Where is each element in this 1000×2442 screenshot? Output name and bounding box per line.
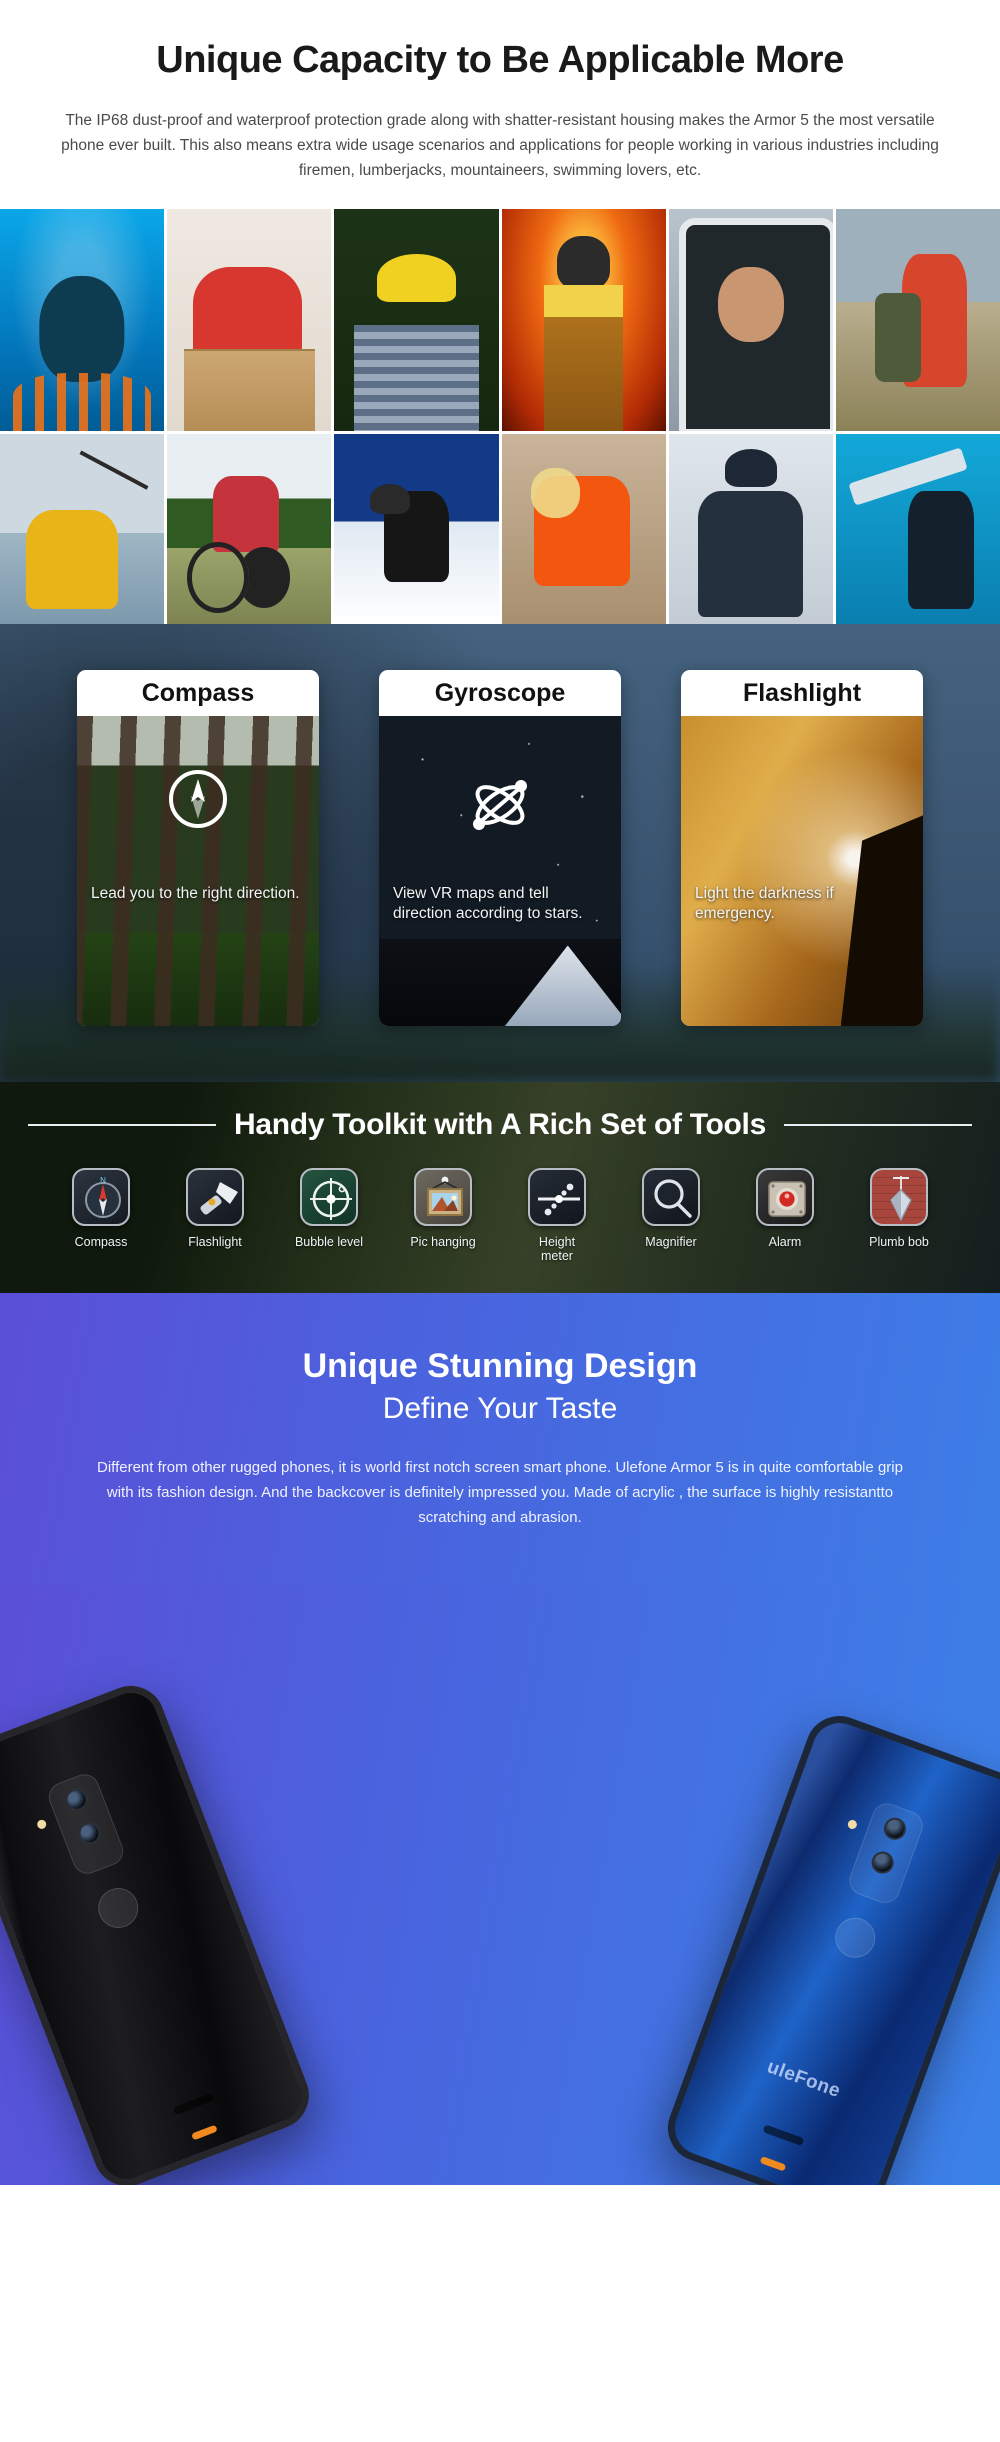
fisherman-photo (0, 434, 165, 625)
led-flash-icon (35, 1818, 48, 1830)
tool-label: Plumb bob (869, 1235, 929, 1250)
driver-photo (668, 209, 833, 432)
accent-stripe (759, 2155, 787, 2172)
magnifier-app-icon[interactable] (642, 1168, 700, 1227)
delivery-worker-photo (167, 209, 332, 432)
tool-label: Height meter (538, 1235, 576, 1264)
tool-label: Bubble level (294, 1235, 364, 1250)
svg-text:N: N (100, 1176, 106, 1185)
tool-item-pic-hanging[interactable]: Pic hanging (408, 1168, 478, 1263)
tool-item-bubble-level[interactable]: Bubble level (294, 1168, 364, 1263)
tool-item-height-meter[interactable]: Height meter (522, 1168, 592, 1263)
height-meter-app-icon[interactable] (528, 1168, 586, 1227)
cave-background (681, 716, 923, 1027)
speaker-grille (172, 2092, 215, 2116)
phone-showcase: uleFone (0, 1584, 1000, 2185)
lumberjack-photo (334, 209, 499, 432)
tool-label: Alarm (768, 1235, 802, 1250)
phone-blue: uleFone (658, 1706, 1000, 2185)
camera-module (845, 1799, 927, 1908)
toolkit-icon-list: N Compass Flashlight Bubble level Pic ha… (0, 1168, 1000, 1263)
windsurfer-photo (835, 434, 1000, 625)
design-paragraph: Different from other rugged phones, it i… (97, 1459, 903, 1526)
compass-app-icon[interactable]: N (72, 1168, 130, 1227)
forest-background (77, 716, 319, 1027)
sensors-section: Compass Lead you to the right direction.… (0, 624, 1000, 1082)
page-title: Unique Capacity to Be Applicable More (156, 39, 844, 81)
accent-stripe (191, 2124, 218, 2141)
divider-left (28, 1124, 217, 1127)
sensor-card-compass: Compass Lead you to the right direction. (77, 670, 319, 1027)
mountaineer-photo (835, 209, 1000, 432)
mechanic-photo (668, 434, 833, 625)
toolkit-title: Handy Toolkit with A Rich Set of Tools (234, 1108, 766, 1142)
alarm-app-icon[interactable] (756, 1168, 814, 1227)
camera-module (44, 1769, 128, 1878)
product-detail-page: Unique Capacity to Be Applicable More Th… (0, 0, 1000, 2185)
design-subtitle: Define Your Taste (382, 1392, 618, 1426)
tool-item-magnifier[interactable]: Magnifier (636, 1168, 706, 1263)
rescue-worker-photo (501, 434, 666, 625)
speaker-grille (762, 2124, 805, 2146)
design-section: Unique Stunning Design Define Your Taste… (0, 1293, 1000, 2185)
sensor-card-list: Compass Lead you to the right direction.… (0, 670, 1000, 1027)
firefighter-photo (501, 209, 666, 432)
usage-photo-grid (0, 209, 1000, 625)
sensor-card-title: Gyroscope (434, 679, 566, 708)
skier-photo (334, 434, 499, 625)
toolkit-heading: Handy Toolkit with A Rich Set of Tools (0, 1108, 1000, 1142)
flashlight-app-icon[interactable] (186, 1168, 244, 1227)
sensor-card-copy: Light the darkness if emergency. (695, 885, 834, 922)
scuba-diver-photo (0, 209, 165, 432)
picture-hanging-app-icon[interactable] (414, 1168, 472, 1227)
plumb-bob-app-icon[interactable] (870, 1168, 928, 1227)
tool-item-plumb-bob[interactable]: Plumb bob (864, 1168, 934, 1263)
sensor-card-body: Lead you to the right direction. (77, 716, 319, 1027)
tool-item-alarm[interactable]: Alarm (750, 1168, 820, 1263)
sensor-card-copy: Lead you to the right direction. (91, 885, 300, 903)
compass-icon (167, 768, 229, 835)
sensor-card-flashlight: Flashlight Light the darkness if emergen… (681, 670, 923, 1027)
fingerprint-sensor (829, 1911, 881, 1964)
toolkit-section: Handy Toolkit with A Rich Set of Tools N… (0, 1082, 1000, 1293)
photo-row (0, 434, 1000, 625)
tool-label: Compass (74, 1235, 128, 1250)
intro-section: Unique Capacity to Be Applicable More Th… (0, 0, 1000, 210)
sensor-card-body: View VR maps and tell direction accordin… (379, 716, 621, 1027)
sensor-card-body: Light the darkness if emergency. (681, 716, 923, 1027)
intro-paragraph: The IP68 dust-proof and waterproof prote… (61, 111, 939, 180)
tool-label: Flashlight (188, 1235, 242, 1250)
fingerprint-sensor (92, 1881, 145, 1934)
photo-row (0, 209, 1000, 432)
phone-black (0, 1675, 319, 2185)
gyroscope-icon (463, 768, 537, 847)
cyclist-photo (167, 434, 332, 625)
sensor-card-gyroscope: Gyroscope View VR maps and tell directio… (379, 670, 621, 1027)
tool-item-compass[interactable]: N Compass (66, 1168, 136, 1263)
tool-item-flashlight[interactable]: Flashlight (180, 1168, 250, 1263)
sensor-card-title: Flashlight (742, 679, 862, 708)
tool-label: Pic hanging (410, 1235, 476, 1250)
tool-label: Magnifier (645, 1235, 697, 1250)
sensor-card-copy: View VR maps and tell direction accordin… (393, 885, 583, 922)
brand-logo: uleFone (764, 2056, 844, 2102)
divider-right (783, 1124, 972, 1127)
design-title: Unique Stunning Design (302, 1347, 698, 1386)
starry-sky-background (379, 716, 621, 1027)
bubble-level-app-icon[interactable] (300, 1168, 358, 1227)
led-flash-icon (846, 1818, 859, 1831)
sensor-card-title: Compass (141, 679, 255, 708)
